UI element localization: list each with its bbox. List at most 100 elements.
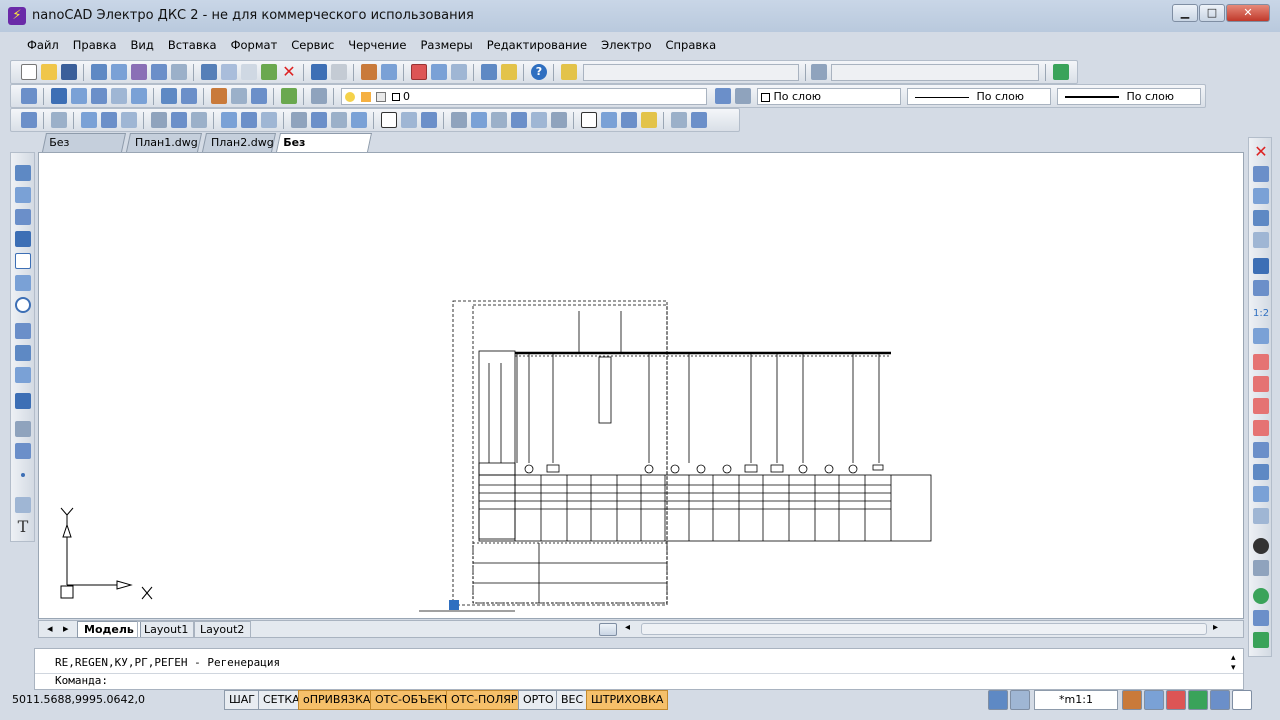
model-space-icon[interactable] — [988, 690, 1008, 710]
crosshair-icon[interactable] — [511, 112, 527, 128]
break-object-icon[interactable] — [1253, 420, 1269, 436]
circle-icon[interactable] — [15, 297, 31, 313]
delete-icon[interactable]: ✕ — [281, 64, 297, 80]
block-attrib-icon[interactable] — [251, 88, 267, 104]
publish-icon[interactable] — [131, 64, 147, 80]
bring-front-icon[interactable] — [151, 112, 167, 128]
show-objects-icon[interactable] — [1253, 632, 1269, 648]
menu-file[interactable]: Файл — [20, 34, 66, 56]
undo-icon[interactable] — [311, 64, 327, 80]
move-icon[interactable] — [1253, 258, 1269, 274]
dimstyle-field[interactable] — [831, 64, 1039, 81]
osnap-toggle[interactable]: оПРИВЯЗКА — [298, 690, 376, 710]
layer-dropdown[interactable]: 0 — [341, 88, 707, 105]
close-button[interactable]: ✕ — [1226, 4, 1270, 22]
layout-prev-arrow[interactable]: ◂ — [41, 621, 59, 638]
dimstyle-icon[interactable] — [811, 64, 827, 80]
save-icon[interactable] — [61, 64, 77, 80]
hide-objects-icon[interactable] — [1253, 610, 1269, 626]
block-edit-icon[interactable] — [231, 88, 247, 104]
tab-plan1[interactable]: План1.dwg — [125, 133, 203, 152]
copy-object-icon[interactable] — [1253, 166, 1269, 182]
layer-states-icon[interactable] — [735, 88, 751, 104]
chamfer-icon[interactable] — [1253, 464, 1269, 480]
hscroll-right-arrow[interactable]: ▸ — [1213, 622, 1218, 633]
lineweight-dropdown[interactable]: По слою — [1057, 88, 1201, 105]
command-prompt[interactable]: Команда: — [55, 674, 108, 687]
mirror-object-icon[interactable] — [1253, 188, 1269, 204]
menu-modify[interactable]: Редактирование — [480, 34, 594, 56]
regen-icon[interactable] — [1188, 690, 1208, 710]
pen-tool-icon[interactable] — [641, 112, 657, 128]
scale-icon[interactable]: 1:2 — [1253, 306, 1269, 322]
polygon-icon[interactable] — [15, 231, 31, 247]
send-back-icon[interactable] — [171, 112, 187, 128]
zoom-window-icon[interactable] — [411, 64, 427, 80]
menu-format[interactable]: Формат — [224, 34, 285, 56]
text-icon[interactable]: T — [15, 519, 31, 535]
group-icon[interactable] — [291, 112, 307, 128]
properties-icon[interactable] — [21, 112, 37, 128]
layer-previous-icon[interactable] — [311, 88, 327, 104]
snap-tangent-icon[interactable] — [181, 88, 197, 104]
polyline-icon[interactable] — [15, 209, 31, 225]
hscroll-left-arrow[interactable]: ◂ — [625, 622, 630, 633]
annotation-scale[interactable]: *m1:1 — [1034, 690, 1118, 710]
cmd-scroll-up-arrow[interactable]: ▴ — [1231, 653, 1236, 663]
sheet-set-icon[interactable] — [81, 112, 97, 128]
array-object-icon[interactable] — [1253, 232, 1269, 248]
fillet-icon[interactable] — [1253, 486, 1269, 502]
match-properties-icon[interactable] — [261, 64, 277, 80]
break-at-point-icon[interactable] — [1253, 398, 1269, 414]
arc-icon[interactable] — [15, 275, 31, 291]
status-pan-icon[interactable] — [1122, 690, 1142, 710]
cloud-icon[interactable] — [15, 323, 31, 339]
fillet-3d-icon[interactable] — [1253, 508, 1269, 524]
checkbox-icon[interactable] — [581, 112, 597, 128]
xline-icon[interactable] — [15, 187, 31, 203]
bring-above-icon[interactable] — [191, 112, 207, 128]
layer-properties-icon[interactable] — [561, 64, 577, 80]
chart-icon[interactable] — [491, 112, 507, 128]
block-insert-icon[interactable] — [211, 88, 227, 104]
otrack-toggle[interactable]: ОТС-ОБЪЕКТ — [370, 690, 454, 710]
explode-icon[interactable] — [1253, 538, 1269, 554]
extend-icon[interactable] — [1253, 376, 1269, 392]
tab-doc2[interactable]: Без имени2*✕ — [275, 133, 373, 183]
edit-icon[interactable] — [1253, 560, 1269, 576]
insert-block-icon[interactable] — [15, 393, 31, 409]
hatch-toggle[interactable]: ШТРИХОВКА — [586, 690, 669, 710]
table-icon[interactable] — [401, 112, 417, 128]
group-select-icon[interactable] — [351, 112, 367, 128]
copy-clip-icon[interactable] — [621, 112, 637, 128]
snap-midpoint-icon[interactable] — [71, 88, 87, 104]
menu-electro[interactable]: Электро — [594, 34, 658, 56]
design-center-icon[interactable] — [51, 112, 67, 128]
region-icon[interactable] — [15, 443, 31, 459]
lineweight-toggle[interactable]: ВЕС — [556, 690, 589, 710]
make-block-icon[interactable] — [15, 421, 31, 437]
join-icon[interactable] — [1253, 442, 1269, 458]
cut-icon[interactable] — [201, 64, 217, 80]
maximize-button[interactable]: □ — [1199, 4, 1225, 22]
grip-point[interactable] — [449, 600, 459, 610]
rectangle-draw-icon[interactable] — [15, 253, 31, 269]
menu-draw[interactable]: Черчение — [341, 34, 413, 56]
layout-next-arrow[interactable]: ▸ — [57, 621, 75, 638]
print-icon[interactable] — [91, 64, 107, 80]
layer-manager-icon[interactable] — [21, 88, 37, 104]
copy-icon[interactable] — [221, 64, 237, 80]
group-edit-icon[interactable] — [331, 112, 347, 128]
offset-icon[interactable] — [1253, 210, 1269, 226]
book-icon[interactable] — [1053, 64, 1069, 80]
ungroup-icon[interactable] — [311, 112, 327, 128]
isolate-icon[interactable] — [1253, 588, 1269, 604]
tab-doc0[interactable]: Без имени0 — [41, 133, 127, 166]
ortho-toggle[interactable]: ОРТО — [518, 690, 559, 710]
snap-endpoint-icon[interactable] — [51, 88, 67, 104]
zoom-object-icon[interactable] — [601, 112, 617, 128]
export-icon[interactable] — [171, 64, 187, 80]
markup-icon[interactable] — [121, 112, 137, 128]
check-icon[interactable] — [281, 88, 297, 104]
app-icon[interactable]: ⚡ — [8, 7, 26, 25]
